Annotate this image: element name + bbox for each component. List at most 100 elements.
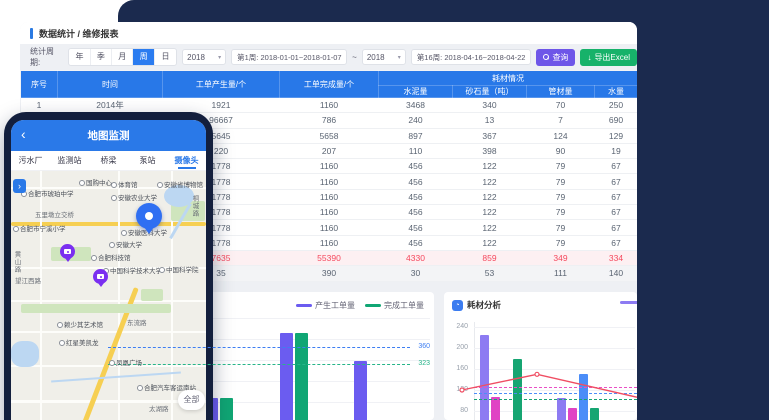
legend-dash-icon [365,304,381,307]
table-cell: 456 [379,220,453,235]
table-cell: 786 [280,113,379,128]
map-label: 中国科学技术大学 [103,265,162,275]
table-cell: 398 [453,143,527,158]
start-week-input[interactable]: 第1周: 2018-01-01~2018-01-07 [231,49,347,65]
table-cell: 67 [595,189,638,204]
y-tick-label: 160 [444,365,468,372]
table-cell: 367 [453,128,527,143]
reference-line [474,387,637,388]
table-cell: 67 [595,205,638,220]
table-cell: 3468 [379,98,453,113]
table-cell: 67 [595,235,638,250]
search-icon [543,54,549,60]
camera-pin[interactable] [60,244,75,259]
table-cell: 55390 [280,250,379,265]
table-cell: 4330 [379,250,453,265]
map-label: 安徽省博物馆 [157,179,203,189]
subcol-header-1: 水泥量 [379,86,453,98]
period-option-month[interactable]: 月 [112,49,133,65]
period-option-day[interactable]: 日 [155,49,176,65]
map-view[interactable]: › 全部 国购中心合肥市琥珀中学体育馆安徽省博物馆安徽农业大学五里墩立交桥安徽医… [11,171,206,420]
table-cell: 334 [595,250,638,265]
table-cell: 1160 [280,205,379,220]
reference-value: 323 [418,360,430,367]
table-cell: 5658 [280,128,379,143]
table-cell: 67 [595,174,638,189]
map-label: 安徽农业大学 [111,192,157,202]
period-option-year[interactable]: 年 [69,49,90,65]
show-all-button[interactable]: 全部 [178,390,205,410]
y-tick-label: 240 [444,323,468,330]
tab-pump-station[interactable]: 泵站 [128,151,167,170]
camera-icon [97,274,104,279]
consumable-bar [579,374,588,420]
map-label: 望江西路 [15,275,41,285]
tab-bridge[interactable]: 桥梁 [89,151,128,170]
gridline [474,369,635,370]
breadcrumb: 数据统计 / 维修报表 [39,27,119,40]
back-icon[interactable]: ‹ [21,127,26,141]
legend-item[interactable]: 完成工单量 [365,300,424,311]
tab-monitor-station[interactable]: 监测站 [50,151,89,170]
map-lake [11,341,39,367]
consumable-bar [568,408,577,420]
map-expander-button[interactable]: › [13,179,26,193]
table-cell: 340 [453,98,527,113]
table-cell: 67 [595,159,638,174]
table-cell: 240 [379,113,453,128]
col-header-time: 时间 [58,71,163,98]
table-cell: 90 [527,143,595,158]
gridline [474,390,635,391]
map-label: 赖少其艺术馆 [57,319,103,329]
consumable-bar [557,398,566,420]
period-option-quarter[interactable]: 季 [91,49,112,65]
table-cell: 79 [527,235,595,250]
export-excel-button[interactable]: ↓ 导出Excel [580,49,637,66]
workorder-chart-legend: 产生工单量完成工单量 [296,300,424,311]
table-cell: 456 [379,174,453,189]
table-cell: 250 [595,98,638,113]
table-cell: 13 [453,113,527,128]
tab-camera[interactable]: 摄像头 [167,151,206,170]
table-row: 12014年19211160346834070250 [21,98,638,113]
selected-location-pin[interactable] [136,203,162,229]
map-label: 黄山路 [11,251,21,274]
gridline [474,348,635,349]
table-cell: 30 [379,266,453,281]
table-cell: 456 [379,159,453,174]
table-cell: 79 [527,205,595,220]
map-label: 桐城路 [189,195,199,218]
col-group-consumables: 耗材情况 [379,71,638,86]
subcol-header-4: 水量 [595,86,638,98]
camera-pin[interactable] [93,269,108,284]
table-cell: 122 [453,220,527,235]
table-cell: 349 [527,250,595,265]
map-label: 凤凰广场 [109,357,142,367]
table-cell: 122 [453,159,527,174]
map-label: 五里墩立交桥 [35,209,74,219]
query-button[interactable]: 查询 [536,49,575,66]
pie-chart-icon: ◔ [452,300,463,311]
map-label: 东流路 [127,317,147,327]
start-year-select[interactable]: 2018 ▾ [182,49,226,65]
legend-label: 产生工单量 [315,300,355,311]
table-cell: 1160 [280,98,379,113]
col-header-index: 序号 [21,71,58,98]
reference-line [108,347,410,348]
screenshot-stage: 数据统计 / 维修报表 统计周期: 年 季 月 周 日 2018 ▾ 第1周: … [0,0,769,420]
map-label: 太湖路 [149,403,169,413]
phone-tab-bar: 污水厂 监测站 桥梁 泵站 摄像头 [11,151,206,171]
table-cell: 456 [379,189,453,204]
table-cell: 859 [453,250,527,265]
range-separator: ~ [352,53,357,62]
y-tick-label: 80 [444,407,468,414]
end-year-select[interactable]: 2018 ▾ [362,49,406,65]
tab-sewage-plant[interactable]: 污水厂 [11,151,50,170]
gridline [474,327,635,328]
period-option-week[interactable]: 周 [133,49,154,65]
table-cell: 456 [379,235,453,250]
consumable-bar [491,397,500,420]
table-cell: 129 [595,128,638,143]
legend-item[interactable]: 产生工单量 [296,300,355,311]
end-week-input[interactable]: 第16周: 2018-04-16~2018-04-22 [411,49,532,65]
